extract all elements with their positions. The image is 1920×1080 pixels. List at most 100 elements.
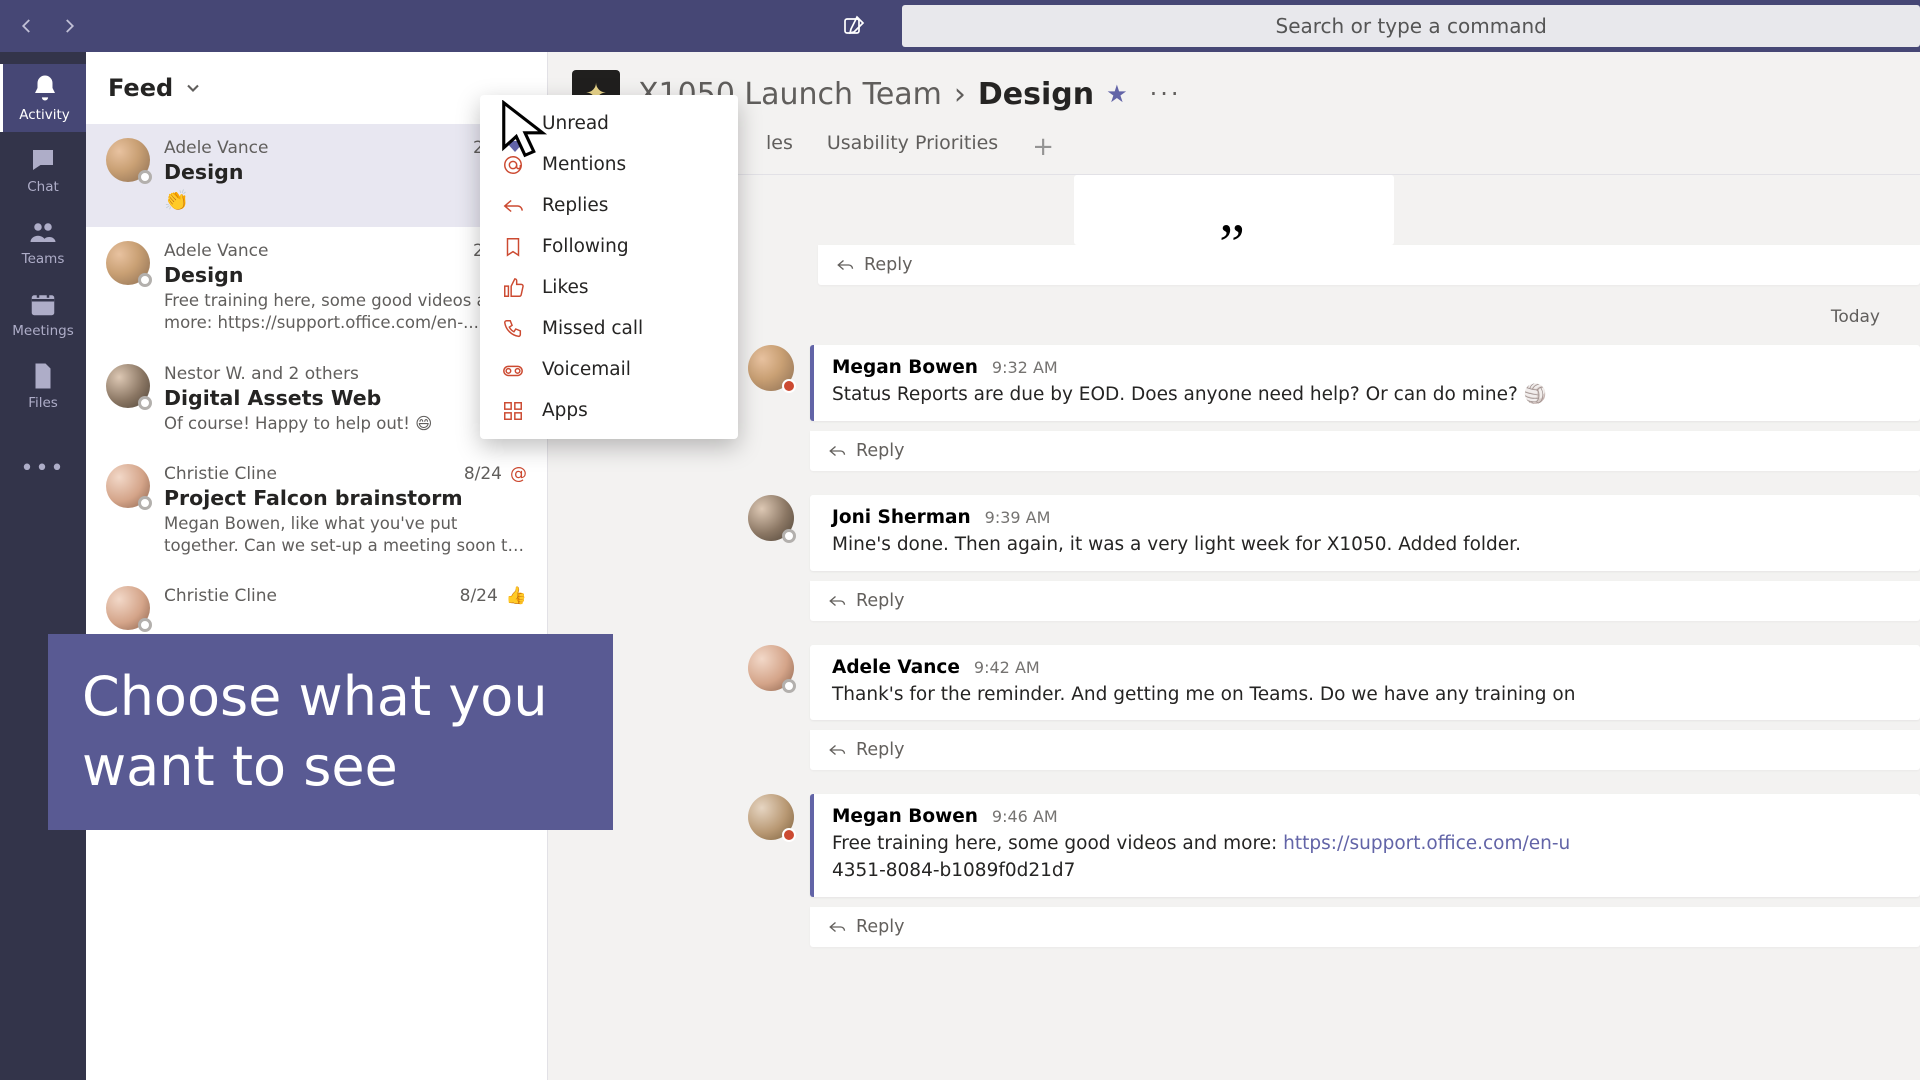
more-icon[interactable]: ··· <box>1150 80 1182 108</box>
message-bubble: Joni Sherman 9:39 AM Mine's done. Then a… <box>810 495 1920 571</box>
feed-item[interactable]: Nestor W. and 2 others 8/ Digital Assets… <box>86 350 547 450</box>
rail-label: Activity <box>19 107 70 123</box>
channel-header: ✦ X1050 Launch Team › Design ★ ··· <box>548 52 1920 118</box>
filter-item-label: Missed call <box>542 318 643 339</box>
reply-button[interactable]: Reply <box>810 431 1920 471</box>
presence-indicator <box>782 828 796 842</box>
promo-callout: Choose what you want to see <box>48 634 613 830</box>
avatar <box>748 345 794 391</box>
feed-item[interactable]: Christie Cline 8/24 @ Project Falcon bra… <box>86 450 547 573</box>
message-time: 9:39 AM <box>985 508 1051 527</box>
filter-item-voicemail[interactable]: Voicemail <box>480 349 738 390</box>
presence-indicator <box>782 379 796 393</box>
message-author: Megan Bowen <box>832 357 978 378</box>
reply-label: Reply <box>856 917 904 937</box>
message-text: Mine's done. Then again, it was a very l… <box>832 532 1902 559</box>
message-link[interactable]: https://support.office.com/en-u <box>1283 833 1570 854</box>
message-bubble: Megan Bowen 9:46 AM Free training here, … <box>810 794 1920 897</box>
filter-item-missed-call[interactable]: Missed call <box>480 308 738 349</box>
forward-icon[interactable] <box>60 17 78 35</box>
rail-chat[interactable]: Chat <box>0 136 86 204</box>
app-rail: Activity Chat Teams Meetings Files ••• <box>0 52 86 1080</box>
apps-icon <box>502 400 524 422</box>
feed-badge-icon: 👍 <box>506 586 527 606</box>
feed-item-name: Adele Vance <box>164 138 268 158</box>
message-text: Free training here, some good videos and… <box>832 831 1902 885</box>
reply-button[interactable]: Reply <box>810 907 1920 947</box>
rail-teams[interactable]: Teams <box>0 208 86 276</box>
filter-item-apps[interactable]: Apps <box>480 390 738 431</box>
reply-icon <box>502 195 524 217</box>
avatar <box>748 645 794 691</box>
filter-item-label: Voicemail <box>542 359 631 380</box>
reply-button[interactable]: Reply <box>818 245 1920 285</box>
feed-item-title: Project Falcon brainstorm <box>164 486 527 510</box>
filter-item-label: Following <box>542 236 629 257</box>
feed-item-preview: Free training here, some good videos and… <box>164 290 527 335</box>
avatar <box>106 138 150 182</box>
file-icon <box>28 361 58 391</box>
feed-badge-icon: @ <box>510 464 527 484</box>
presence-indicator <box>782 529 796 543</box>
message-bubble: Adele Vance 9:42 AM Thank's for the remi… <box>810 645 1920 721</box>
reply-icon <box>836 256 854 274</box>
breadcrumb-sep: › <box>954 77 966 112</box>
rail-meetings[interactable]: Meetings <box>0 280 86 348</box>
vm-icon <box>502 359 524 381</box>
feed-item-title: Digital Assets Web <box>164 386 527 410</box>
message-time: 9:46 AM <box>992 807 1058 826</box>
chat-icon <box>28 145 58 175</box>
chevron-down-icon <box>183 78 203 98</box>
filter-item-likes[interactable]: Likes <box>480 267 738 308</box>
messages-scroll: „ Reply Today Megan Bowen 9:32 AM Status… <box>548 175 1920 1080</box>
feed-header-label: Feed <box>108 74 173 102</box>
feed-item[interactable]: Adele Vance 2m ag Design Free training h… <box>86 227 547 350</box>
quote-graphic: „ <box>1074 175 1394 245</box>
feed-header[interactable]: Feed <box>86 52 547 124</box>
bookmark-icon <box>502 236 524 258</box>
message: Joni Sherman 9:39 AM Mine's done. Then a… <box>548 485 1920 581</box>
add-tab-button[interactable]: + <box>1032 132 1054 174</box>
feed-item-preview: Of course! Happy to help out! 😄 <box>164 413 527 435</box>
feed-item[interactable]: Adele Vance 2m ag Design 👏 <box>86 124 547 227</box>
message-text: Status Reports are due by EOD. Does anyo… <box>832 382 1902 409</box>
message-text: Thank's for the reminder. And getting me… <box>832 682 1902 709</box>
like-icon <box>502 277 524 299</box>
tab-usability-priorities[interactable]: Usability Priorities <box>827 132 998 174</box>
reply-icon <box>828 442 846 460</box>
reply-icon <box>828 918 846 936</box>
favorite-star-icon[interactable]: ★ <box>1106 80 1128 108</box>
rail-more[interactable]: ••• <box>0 434 86 502</box>
filter-item-label: Replies <box>542 195 608 216</box>
rail-activity[interactable]: Activity <box>0 64 86 132</box>
reply-button[interactable]: Reply <box>810 581 1920 621</box>
filter-item-following[interactable]: Following <box>480 226 738 267</box>
day-separator: Today <box>548 299 1920 335</box>
avatar <box>106 586 150 630</box>
message-author: Adele Vance <box>832 657 960 678</box>
tab-les[interactable]: les <box>766 132 793 174</box>
feed-item-title: Design <box>164 160 527 184</box>
compose-icon[interactable] <box>842 14 866 38</box>
presence-indicator <box>138 396 152 410</box>
activity-feed-panel: Feed Adele Vance 2m ag Design 👏 Adele <box>86 52 548 1080</box>
back-icon[interactable] <box>18 17 36 35</box>
presence-indicator <box>138 496 152 510</box>
avatar <box>748 495 794 541</box>
avatar <box>106 364 150 408</box>
filter-item-label: Apps <box>542 400 588 421</box>
rail-files[interactable]: Files <box>0 352 86 420</box>
channel-name[interactable]: Design <box>978 77 1094 112</box>
presence-indicator <box>138 618 152 632</box>
reply-button[interactable]: Reply <box>810 730 1920 770</box>
search-input[interactable]: Search or type a command <box>902 5 1920 47</box>
message: Megan Bowen 9:46 AM Free training here, … <box>548 784 1920 907</box>
filter-item-label: Likes <box>542 277 589 298</box>
filter-item-replies[interactable]: Replies <box>480 185 738 226</box>
reply-icon <box>828 592 846 610</box>
cursor-icon <box>500 100 550 158</box>
avatar <box>106 464 150 508</box>
presence-indicator <box>138 170 152 184</box>
message: Megan Bowen 9:32 AM Status Reports are d… <box>548 335 1920 431</box>
reply-label: Reply <box>856 591 904 611</box>
